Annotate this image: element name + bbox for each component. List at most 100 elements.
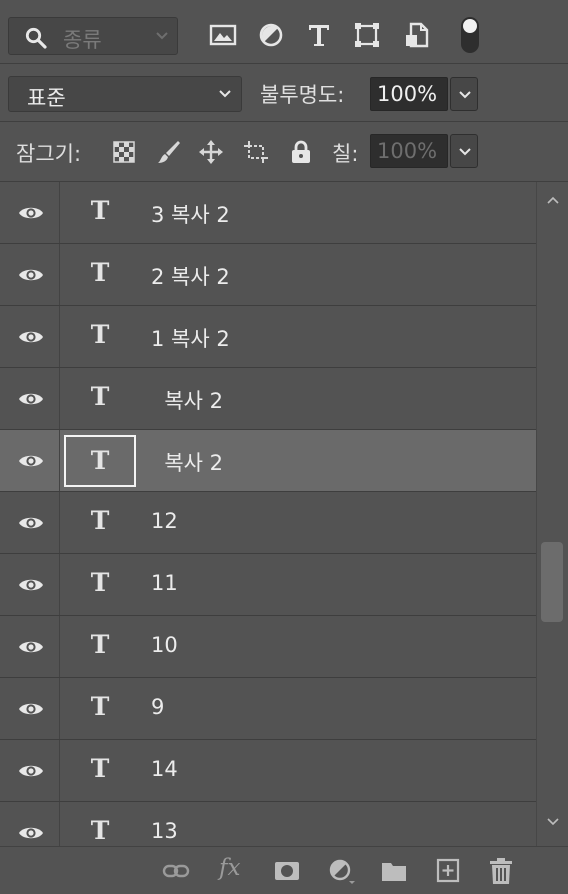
fx-icon[interactable]: fx: [219, 855, 240, 881]
opacity-label: 불투명도:: [260, 83, 345, 107]
filter-toggle[interactable]: [461, 17, 479, 53]
layer-thumbnail[interactable]: T: [64, 311, 136, 363]
lock-bar: 잠그기: 칠: 100%: [0, 122, 568, 182]
layer-name[interactable]: 10: [151, 633, 178, 657]
chevron-up-icon[interactable]: [547, 196, 559, 204]
layer-visibility-toggle[interactable]: [0, 554, 60, 615]
mask-icon[interactable]: [272, 857, 302, 885]
type-layer-icon: T: [90, 692, 110, 721]
fill-dropdown-button[interactable]: [450, 134, 478, 168]
chevron-down-icon: [219, 90, 231, 98]
layer-thumbnail[interactable]: T: [64, 807, 136, 846]
eye-icon: [19, 703, 43, 715]
blend-mode-select[interactable]: 표준: [8, 76, 242, 112]
new-layer-icon[interactable]: [433, 857, 463, 885]
eye-icon: [19, 269, 43, 281]
image-filter-icon[interactable]: [208, 20, 238, 50]
type-layer-icon: T: [90, 196, 110, 225]
opacity-input[interactable]: 100%: [370, 77, 448, 111]
group-folder-icon[interactable]: [379, 857, 409, 885]
layer-row[interactable]: T 10: [0, 616, 536, 678]
layer-thumbnail[interactable]: T: [64, 435, 136, 487]
type-layer-icon: T: [90, 754, 110, 783]
layer-visibility-toggle[interactable]: [0, 306, 60, 367]
eye-icon: [19, 641, 43, 653]
layer-name[interactable]: 1 복사 2: [151, 323, 230, 353]
layer-visibility-toggle[interactable]: [0, 182, 60, 243]
chevron-down-icon[interactable]: [547, 818, 559, 826]
layer-thumbnail[interactable]: T: [64, 621, 136, 673]
layer-thumbnail[interactable]: T: [64, 559, 136, 611]
type-layer-icon: T: [90, 382, 110, 411]
layer-name[interactable]: 12: [151, 509, 178, 533]
scrollbar-thumb[interactable]: [541, 542, 563, 622]
layer-row[interactable]: T 14: [0, 740, 536, 802]
filter-kind-select[interactable]: 종류: [8, 17, 178, 55]
chevron-down-icon: [156, 32, 168, 40]
layer-name[interactable]: 11: [151, 571, 178, 595]
adjustment-filter-icon[interactable]: [256, 20, 286, 50]
layer-name[interactable]: 복사 2: [151, 447, 223, 477]
layer-name[interactable]: 14: [151, 757, 178, 781]
lock-position-icon[interactable]: [198, 139, 224, 165]
adjustment-layer-icon[interactable]: [326, 857, 356, 885]
eye-icon: [19, 455, 43, 467]
layer-row[interactable]: T 1 복사 2: [0, 306, 536, 368]
layer-row[interactable]: T 13: [0, 802, 536, 846]
layers-list: T3 복사 2T2 복사 2T1 복사 2T 복사 2T 복사 2 T 12 T 11 T…: [0, 182, 536, 846]
layer-name[interactable]: 복사 2: [151, 385, 223, 415]
layer-visibility-toggle[interactable]: [0, 368, 60, 429]
layer-visibility-toggle[interactable]: [0, 678, 60, 739]
fill-label: 칠:: [332, 142, 359, 166]
type-filter-icon[interactable]: [304, 20, 334, 50]
layers-footer: fx: [0, 846, 568, 894]
link-icon[interactable]: [161, 857, 191, 885]
type-layer-icon: T: [90, 258, 110, 287]
eye-icon: [19, 517, 43, 529]
layer-thumbnail[interactable]: T: [64, 497, 136, 549]
layer-row[interactable]: T 12: [0, 492, 536, 554]
layer-visibility-toggle[interactable]: [0, 430, 60, 491]
layer-row[interactable]: T 11: [0, 554, 536, 616]
layer-thumbnail[interactable]: T: [64, 373, 136, 425]
fill-input[interactable]: 100%: [370, 134, 448, 168]
eye-icon: [19, 393, 43, 405]
layer-visibility-toggle[interactable]: [0, 616, 60, 677]
lock-artboard-icon[interactable]: [243, 139, 269, 165]
layer-name[interactable]: 13: [151, 819, 178, 843]
lock-pixels-icon[interactable]: [111, 139, 137, 165]
eye-icon: [19, 579, 43, 591]
layer-row[interactable]: T 복사 2: [0, 430, 536, 492]
layer-thumbnail[interactable]: T: [64, 187, 136, 239]
smart-object-filter-icon[interactable]: [402, 20, 432, 50]
lock-paint-icon[interactable]: [156, 139, 182, 165]
filter-bar: 종류: [0, 0, 568, 64]
layer-thumbnail[interactable]: T: [64, 745, 136, 797]
shape-filter-icon[interactable]: [352, 20, 382, 50]
eye-icon: [19, 827, 43, 839]
chevron-down-icon: [459, 148, 471, 156]
layer-thumbnail[interactable]: T: [64, 683, 136, 735]
layer-name[interactable]: 9: [151, 695, 164, 719]
layer-visibility-toggle[interactable]: [0, 492, 60, 553]
trash-icon[interactable]: [486, 857, 516, 885]
layer-row[interactable]: T 2 복사 2: [0, 244, 536, 306]
layers-scrollbar[interactable]: [536, 182, 568, 846]
layer-name[interactable]: 3 복사 2: [151, 199, 230, 229]
blend-mode-value: 표준: [27, 86, 66, 110]
layer-visibility-toggle[interactable]: [0, 740, 60, 801]
layer-visibility-toggle[interactable]: [0, 802, 60, 846]
type-layer-icon: T: [90, 630, 110, 659]
layer-row[interactable]: T9: [0, 678, 536, 740]
opacity-dropdown-button[interactable]: [450, 77, 478, 111]
layer-row[interactable]: T 복사 2: [0, 368, 536, 430]
lock-all-icon[interactable]: [288, 139, 314, 165]
layer-row[interactable]: T 3 복사 2: [0, 182, 536, 244]
type-layer-icon: T: [90, 568, 110, 597]
filter-toggle-knob: [463, 19, 477, 33]
layer-thumbnail[interactable]: T: [64, 249, 136, 301]
type-layer-icon: T: [90, 320, 110, 349]
layer-visibility-toggle[interactable]: [0, 244, 60, 305]
filter-kind-label: 종류: [63, 28, 102, 52]
layer-name[interactable]: 2 복사 2: [151, 261, 230, 291]
